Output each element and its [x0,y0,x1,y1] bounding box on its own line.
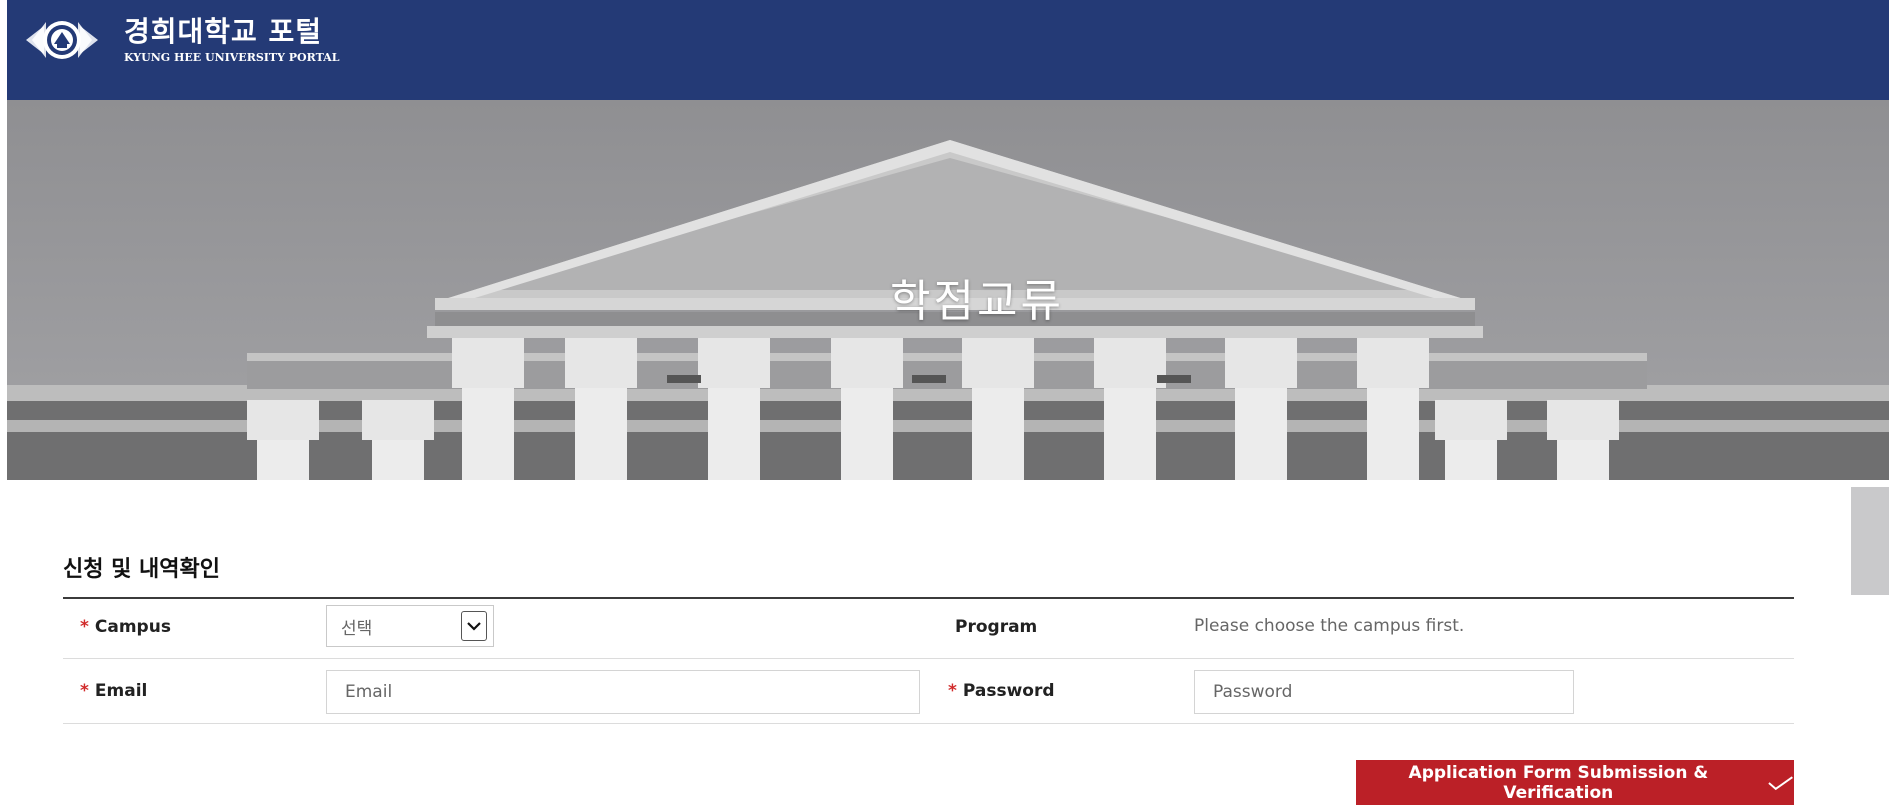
campus-select[interactable]: 선택 [326,605,494,647]
top-header: 경희대학교 포털 KYUNG HEE UNIVERSITY PORTAL [7,0,1889,100]
required-marker: * [80,681,89,701]
row-divider [63,723,1794,724]
password-label: * Password [948,681,1055,701]
university-emblem-icon [26,21,98,59]
hero-title: 학점교류 [890,276,1064,327]
email-label: * Email [80,681,148,701]
portal-logo[interactable]: 경희대학교 포털 KYUNG HEE UNIVERSITY PORTAL [24,12,339,68]
email-input[interactable] [326,670,920,714]
form-top-divider [63,597,1794,599]
required-marker: * [80,617,89,637]
page-edge-shadow [1851,487,1889,595]
program-hint: Please choose the campus first. [1194,616,1465,636]
chevron-down-icon[interactable] [461,611,487,641]
portal-title-english: KYUNG HEE UNIVERSITY PORTAL [124,51,340,64]
required-marker: * [948,681,957,701]
checkmark-icon [1768,775,1793,790]
submit-application-button[interactable]: Application Form Submission & Verificati… [1356,760,1794,805]
row-divider [63,658,1794,659]
portal-title-korean: 경희대학교 포털 [124,15,323,48]
campus-selected-value: 선택 [341,618,373,639]
section-title: 신청 및 내역확인 [63,557,220,582]
submit-button-label: Application Form Submission & Verificati… [1408,762,1709,803]
campus-label: * Campus [80,617,171,637]
password-input[interactable] [1194,670,1574,714]
program-label: Program [955,617,1038,637]
logo-text: 경희대학교 포털 KYUNG HEE UNIVERSITY PORTAL [124,15,340,65]
hero-banner: 학점교류 [7,100,1889,480]
